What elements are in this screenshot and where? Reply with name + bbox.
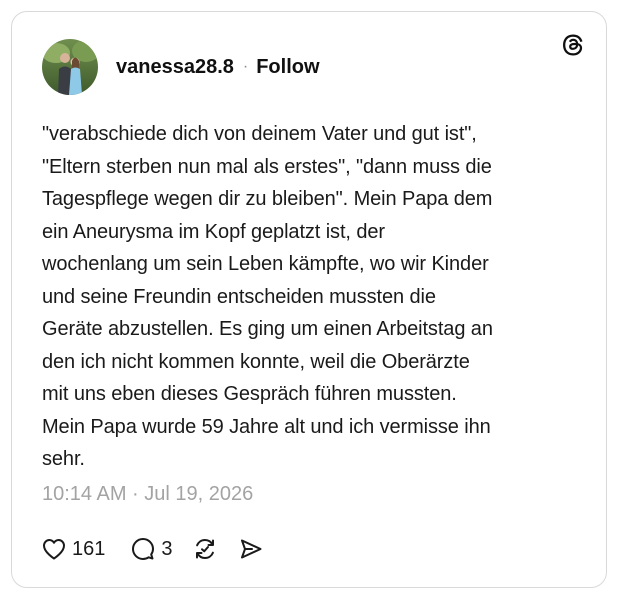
share-button[interactable] xyxy=(239,537,263,561)
like-button[interactable]: 161 xyxy=(42,538,105,561)
post-timestamp[interactable]: 10:14 AM · Jul 19, 2026 xyxy=(42,483,253,506)
avatar-image xyxy=(42,39,98,95)
post-header: vanessa28.8 · Follow xyxy=(42,39,320,95)
like-count: 161 xyxy=(72,537,106,560)
reply-button[interactable]: 3 xyxy=(131,537,173,561)
heart-icon xyxy=(42,538,66,560)
send-icon xyxy=(239,537,263,561)
reply-count: 3 xyxy=(161,537,173,560)
comment-bubble-icon xyxy=(131,537,155,561)
threads-logo-icon[interactable] xyxy=(560,32,586,58)
repost-icon xyxy=(193,537,217,561)
separator-dot: · xyxy=(242,58,249,75)
post-card: vanessa28.8 · Follow "verabschiede dich … xyxy=(11,11,607,588)
post-text: "verabschiede dich von deinem Vater und … xyxy=(42,123,493,470)
follow-button[interactable]: Follow xyxy=(256,56,319,79)
username[interactable]: vanessa28.8 xyxy=(116,56,234,79)
action-bar: 161 3 xyxy=(42,534,263,564)
avatar[interactable] xyxy=(42,39,98,95)
repost-button[interactable] xyxy=(193,537,217,561)
